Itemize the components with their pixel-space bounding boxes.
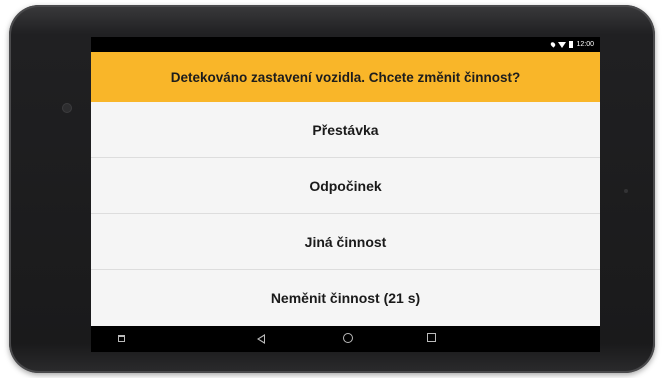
dialog-title: Detekováno zastavení vozidla. Chcete změ…: [91, 52, 600, 102]
home-icon[interactable]: [343, 333, 353, 343]
option-rest-button[interactable]: Odpočinek: [91, 158, 600, 214]
minimize-icon[interactable]: [118, 335, 125, 342]
screen: 12:00 Detekováno zastavení vozidla. Chce…: [91, 37, 600, 352]
tablet-frame: 12:00 Detekováno zastavení vozidla. Chce…: [9, 5, 655, 373]
navigation-bar: [91, 326, 600, 352]
sensor-dot: [624, 189, 628, 193]
status-bar: 12:00: [91, 37, 600, 52]
location-icon: [550, 41, 557, 48]
battery-icon: [569, 41, 574, 48]
option-other-activity-button[interactable]: Jiná činnost: [91, 214, 600, 270]
option-list: Přestávka Odpočinek Jiná činnost Neměnit…: [91, 102, 600, 325]
back-icon[interactable]: [257, 334, 265, 344]
option-break-button[interactable]: Přestávka: [91, 102, 600, 158]
wifi-icon: [558, 41, 567, 48]
recent-apps-icon[interactable]: [427, 333, 436, 342]
camera-icon: [63, 104, 71, 112]
option-keep-activity-button[interactable]: Neměnit činnost (21 s): [91, 270, 600, 325]
status-time: 12:00: [576, 41, 594, 48]
